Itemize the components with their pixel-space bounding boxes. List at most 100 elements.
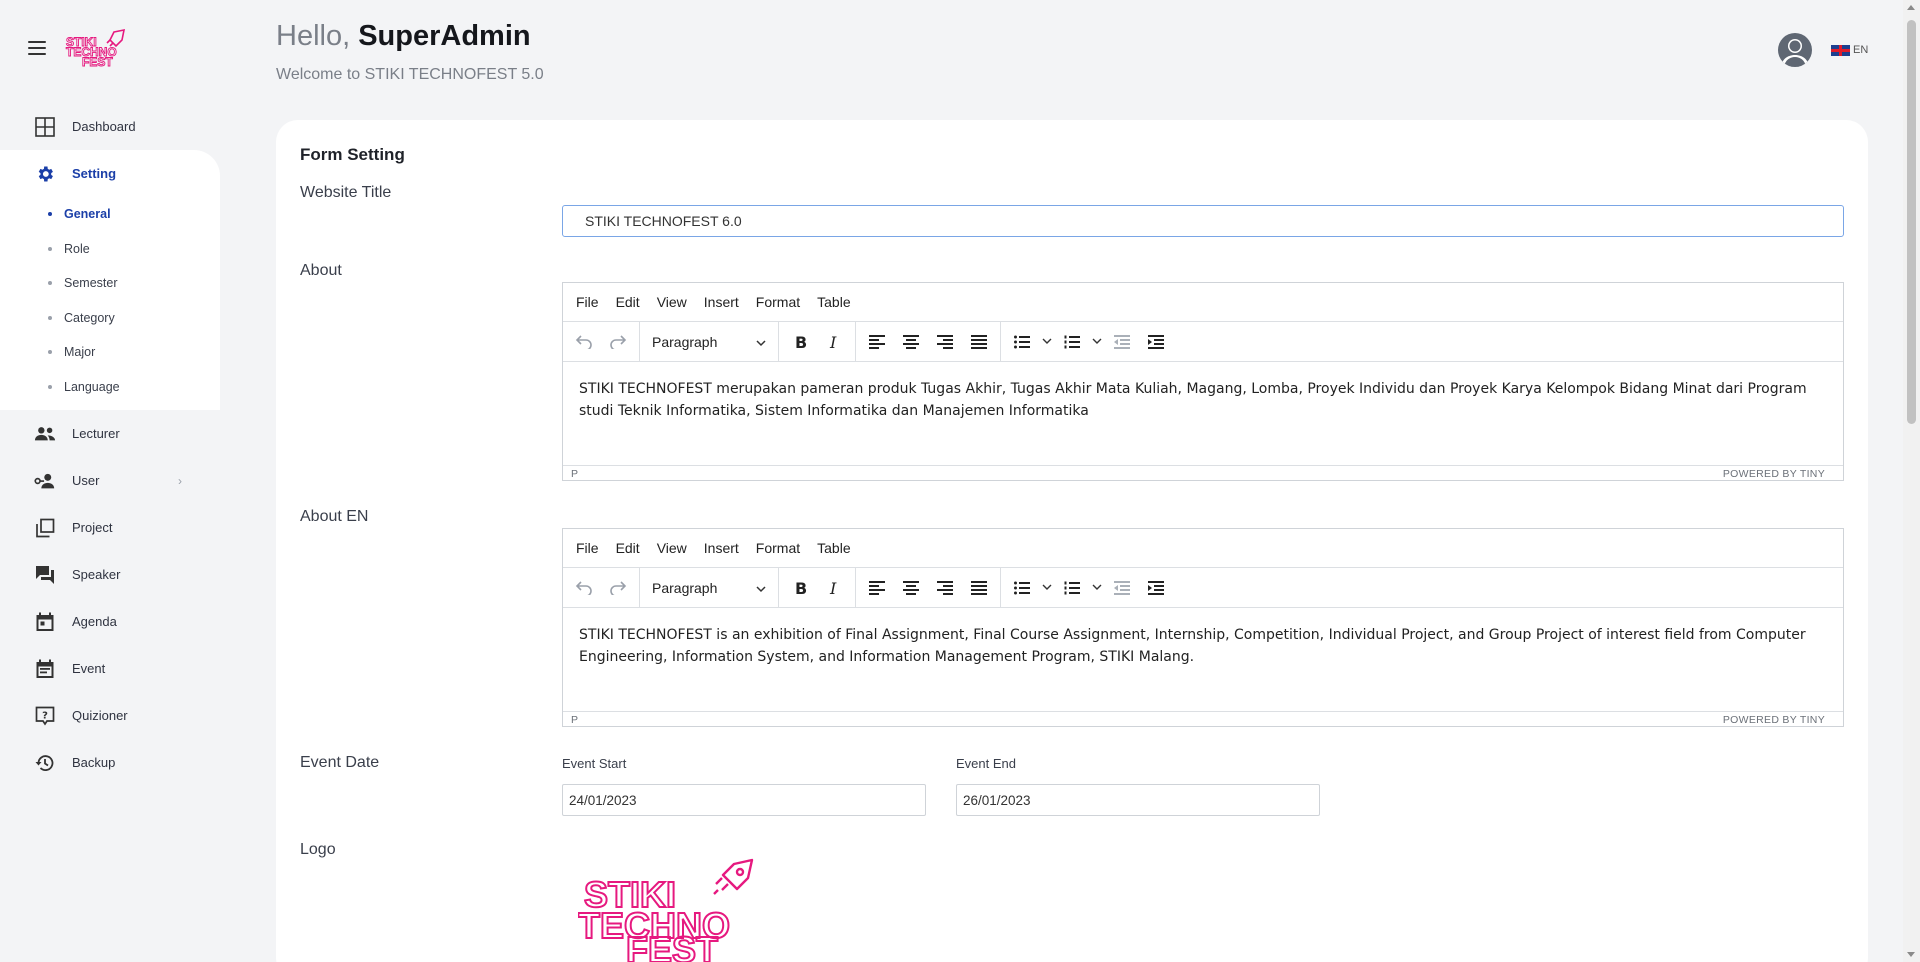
svg-text:?: ? bbox=[42, 710, 48, 721]
menu-file[interactable]: File bbox=[576, 294, 599, 310]
sidebar-item-project[interactable]: Project bbox=[0, 504, 220, 551]
chevron-down-icon[interactable] bbox=[1089, 573, 1105, 603]
sidebar-item-lecturer[interactable]: Lecturer bbox=[0, 410, 220, 457]
redo-icon[interactable] bbox=[601, 573, 635, 603]
numbered-list-icon[interactable] bbox=[1055, 573, 1089, 603]
undo-icon[interactable] bbox=[567, 573, 601, 603]
chevron-down-icon bbox=[756, 580, 766, 596]
sidebar-item-dashboard[interactable]: Dashboard bbox=[0, 103, 220, 150]
sidebar-item-quizioner[interactable]: ? Quizioner bbox=[0, 692, 220, 739]
sidebar-item-speaker[interactable]: Speaker bbox=[0, 551, 220, 598]
sub-item-language[interactable]: Language bbox=[0, 370, 220, 405]
setting-group: Setting General Role Semester Category M… bbox=[0, 150, 220, 410]
editor-toolbar: Paragraph B I bbox=[563, 321, 1843, 362]
powered-by-link[interactable]: POWERED BY TINY bbox=[1723, 714, 1825, 726]
outdent-icon[interactable] bbox=[1105, 327, 1139, 357]
sub-item-category[interactable]: Category bbox=[0, 301, 220, 336]
brand-logo[interactable]: STIKI TECHNO FEST bbox=[64, 28, 136, 68]
event-start-input[interactable]: 24/01/2023 bbox=[562, 784, 926, 816]
sub-item-label: Language bbox=[64, 379, 120, 394]
menu-table[interactable]: Table bbox=[817, 540, 850, 556]
menu-edit[interactable]: Edit bbox=[616, 540, 640, 556]
svg-text:I: I bbox=[829, 334, 837, 350]
menu-toggle-icon[interactable] bbox=[28, 41, 46, 55]
website-title-label: Website Title bbox=[300, 184, 392, 201]
sub-item-label: Major bbox=[64, 345, 96, 360]
block-format-value: Paragraph bbox=[652, 333, 718, 350]
powered-by-link[interactable]: POWERED BY TINY bbox=[1723, 468, 1825, 480]
sidebar-item-backup[interactable]: Backup bbox=[0, 739, 220, 786]
bold-icon[interactable]: B bbox=[783, 327, 817, 357]
undo-icon[interactable] bbox=[567, 327, 601, 357]
calendar-list-icon bbox=[34, 658, 56, 680]
website-title-input[interactable]: STIKI TECHNOFEST 6.0 bbox=[562, 205, 1844, 237]
italic-icon[interactable]: I bbox=[817, 327, 851, 357]
align-right-icon[interactable] bbox=[928, 573, 962, 603]
svg-text:FEST: FEST bbox=[82, 55, 113, 68]
scroll-down-icon[interactable] bbox=[1907, 952, 1915, 957]
align-left-icon[interactable] bbox=[860, 573, 894, 603]
about-editor: File Edit View Insert Format Table Parag… bbox=[562, 282, 1844, 481]
sub-item-semester[interactable]: Semester bbox=[0, 266, 220, 301]
align-right-icon[interactable] bbox=[928, 327, 962, 357]
gear-icon bbox=[34, 163, 56, 185]
outdent-icon[interactable] bbox=[1105, 573, 1139, 603]
language-label: EN bbox=[1853, 44, 1869, 56]
align-justify-icon[interactable] bbox=[962, 327, 996, 357]
chevron-down-icon[interactable] bbox=[1089, 327, 1105, 357]
sidebar-item-setting[interactable]: Setting bbox=[0, 150, 220, 197]
sub-item-general[interactable]: General bbox=[0, 197, 220, 232]
bold-icon[interactable]: B bbox=[783, 573, 817, 603]
logo-label: Logo bbox=[300, 841, 336, 858]
chat-icon bbox=[34, 564, 56, 586]
language-switcher[interactable]: EN bbox=[1831, 44, 1868, 56]
menu-format[interactable]: Format bbox=[756, 294, 800, 310]
greeting-text: Hello, bbox=[276, 20, 351, 52]
sidebar-item-label: Agenda bbox=[72, 614, 117, 629]
about-en-label: About EN bbox=[300, 508, 369, 525]
align-center-icon[interactable] bbox=[894, 573, 928, 603]
bullet-icon bbox=[48, 384, 52, 389]
sub-item-major[interactable]: Major bbox=[0, 335, 220, 370]
page-scrollbar[interactable] bbox=[1903, 0, 1920, 962]
indent-icon[interactable] bbox=[1139, 573, 1173, 603]
menu-table[interactable]: Table bbox=[817, 294, 850, 310]
align-left-icon[interactable] bbox=[860, 327, 894, 357]
sidebar-item-event[interactable]: Event bbox=[0, 645, 220, 692]
editor-statusbar: P POWERED BY TINY bbox=[563, 465, 1843, 482]
scrollbar-thumb[interactable] bbox=[1907, 20, 1916, 424]
block-format-select[interactable]: Paragraph bbox=[644, 573, 774, 603]
menu-view[interactable]: View bbox=[657, 540, 687, 556]
italic-icon[interactable]: I bbox=[817, 573, 851, 603]
numbered-list-icon[interactable] bbox=[1055, 327, 1089, 357]
redo-icon[interactable] bbox=[601, 327, 635, 357]
scroll-up-icon[interactable] bbox=[1907, 5, 1915, 10]
bullet-list-icon[interactable] bbox=[1005, 327, 1039, 357]
menu-file[interactable]: File bbox=[576, 540, 599, 556]
about-en-editor-content[interactable]: STIKI TECHNOFEST is an exhibition of Fin… bbox=[563, 608, 1843, 711]
menu-view[interactable]: View bbox=[657, 294, 687, 310]
bullet-list-icon[interactable] bbox=[1005, 573, 1039, 603]
chevron-down-icon[interactable] bbox=[1039, 573, 1055, 603]
style-group: B I bbox=[779, 567, 856, 608]
sidebar-item-user[interactable]: User › bbox=[0, 457, 220, 504]
editor-statusbar: P POWERED BY TINY bbox=[563, 711, 1843, 728]
align-justify-icon[interactable] bbox=[962, 573, 996, 603]
indent-icon[interactable] bbox=[1139, 327, 1173, 357]
element-path[interactable]: P bbox=[571, 714, 578, 726]
sidebar-item-agenda[interactable]: Agenda bbox=[0, 598, 220, 645]
align-center-icon[interactable] bbox=[894, 327, 928, 357]
people-icon bbox=[34, 423, 56, 445]
about-editor-content[interactable]: STIKI TECHNOFEST merupakan pameran produ… bbox=[563, 362, 1843, 465]
menu-edit[interactable]: Edit bbox=[616, 294, 640, 310]
chevron-down-icon[interactable] bbox=[1039, 327, 1055, 357]
block-format-select[interactable]: Paragraph bbox=[644, 327, 774, 357]
element-path[interactable]: P bbox=[571, 468, 578, 480]
menu-insert[interactable]: Insert bbox=[704, 540, 739, 556]
menu-format[interactable]: Format bbox=[756, 540, 800, 556]
avatar[interactable] bbox=[1778, 33, 1812, 67]
event-end-input[interactable]: 26/01/2023 bbox=[956, 784, 1320, 816]
sub-item-role[interactable]: Role bbox=[0, 232, 220, 267]
menu-insert[interactable]: Insert bbox=[704, 294, 739, 310]
sidebar-item-label: Quizioner bbox=[72, 708, 128, 723]
